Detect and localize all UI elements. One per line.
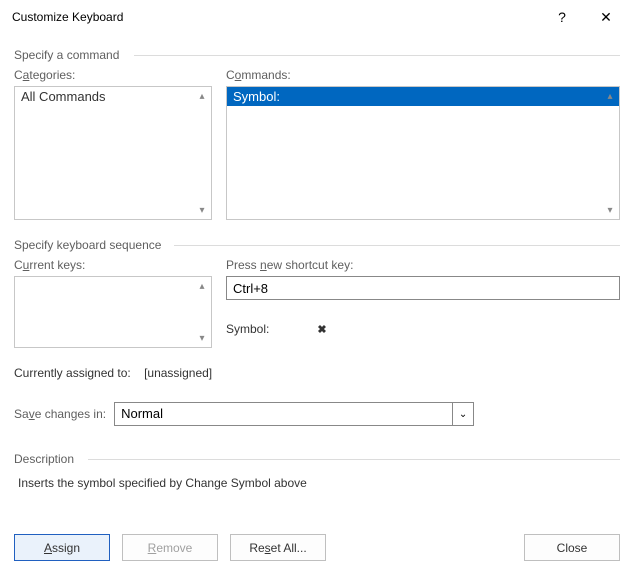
save-changes-select[interactable]: Normal ⌄ [114, 402, 474, 426]
close-window-button[interactable]: ✕ [584, 2, 628, 32]
group-specify-command: Specify a command [14, 48, 620, 62]
currently-assigned-label: Currently assigned to: [14, 366, 131, 380]
scroll-up-icon[interactable]: ▴ [195, 89, 209, 103]
scroll-down-icon[interactable]: ▾ [195, 331, 209, 345]
scroll-up-icon[interactable]: ▴ [603, 89, 617, 103]
window-title: Customize Keyboard [12, 10, 540, 24]
currently-assigned-row: Currently assigned to: [unassigned] [14, 366, 620, 380]
chevron-down-icon[interactable]: ⌄ [452, 402, 474, 426]
list-item[interactable]: Symbol: [227, 87, 619, 106]
group-description: Description [14, 452, 620, 466]
list-item[interactable]: All Commands [15, 87, 211, 106]
description-text: Inserts the symbol specified by Change S… [18, 476, 620, 490]
new-shortcut-label: Press new shortcut key: [226, 258, 620, 272]
save-changes-label: Save changes in: [14, 407, 106, 421]
save-changes-value: Normal [114, 402, 474, 426]
commands-listbox[interactable]: Symbol: ▴ ▾ [226, 86, 620, 220]
symbol-preview-row: Symbol: ✖ [226, 322, 620, 336]
button-bar: Assign Remove Reset All... Close [14, 534, 620, 561]
categories-label: Categories: [14, 68, 212, 82]
current-keys-listbox[interactable]: ▴ ▾ [14, 276, 212, 348]
scroll-down-icon[interactable]: ▾ [603, 203, 617, 217]
categories-listbox[interactable]: All Commands ▴ ▾ [14, 86, 212, 220]
assign-button[interactable]: Assign [14, 534, 110, 561]
group-specify-sequence: Specify keyboard sequence [14, 238, 620, 252]
dialog-content: Specify a command Categories: All Comman… [0, 34, 634, 571]
symbol-preview-label: Symbol: [226, 322, 269, 336]
commands-label: Commands: [226, 68, 620, 82]
remove-button[interactable]: Remove [122, 534, 218, 561]
close-button[interactable]: Close [524, 534, 620, 561]
help-button[interactable]: ? [540, 2, 584, 32]
titlebar: Customize Keyboard ? ✕ [0, 0, 634, 34]
current-keys-label: Current keys: [14, 258, 212, 272]
symbol-preview-glyph: ✖ [317, 323, 326, 336]
scroll-up-icon[interactable]: ▴ [195, 279, 209, 293]
currently-assigned-value: [unassigned] [144, 366, 212, 380]
reset-all-button[interactable]: Reset All... [230, 534, 326, 561]
scroll-down-icon[interactable]: ▾ [195, 203, 209, 217]
new-shortcut-input[interactable] [226, 276, 620, 300]
